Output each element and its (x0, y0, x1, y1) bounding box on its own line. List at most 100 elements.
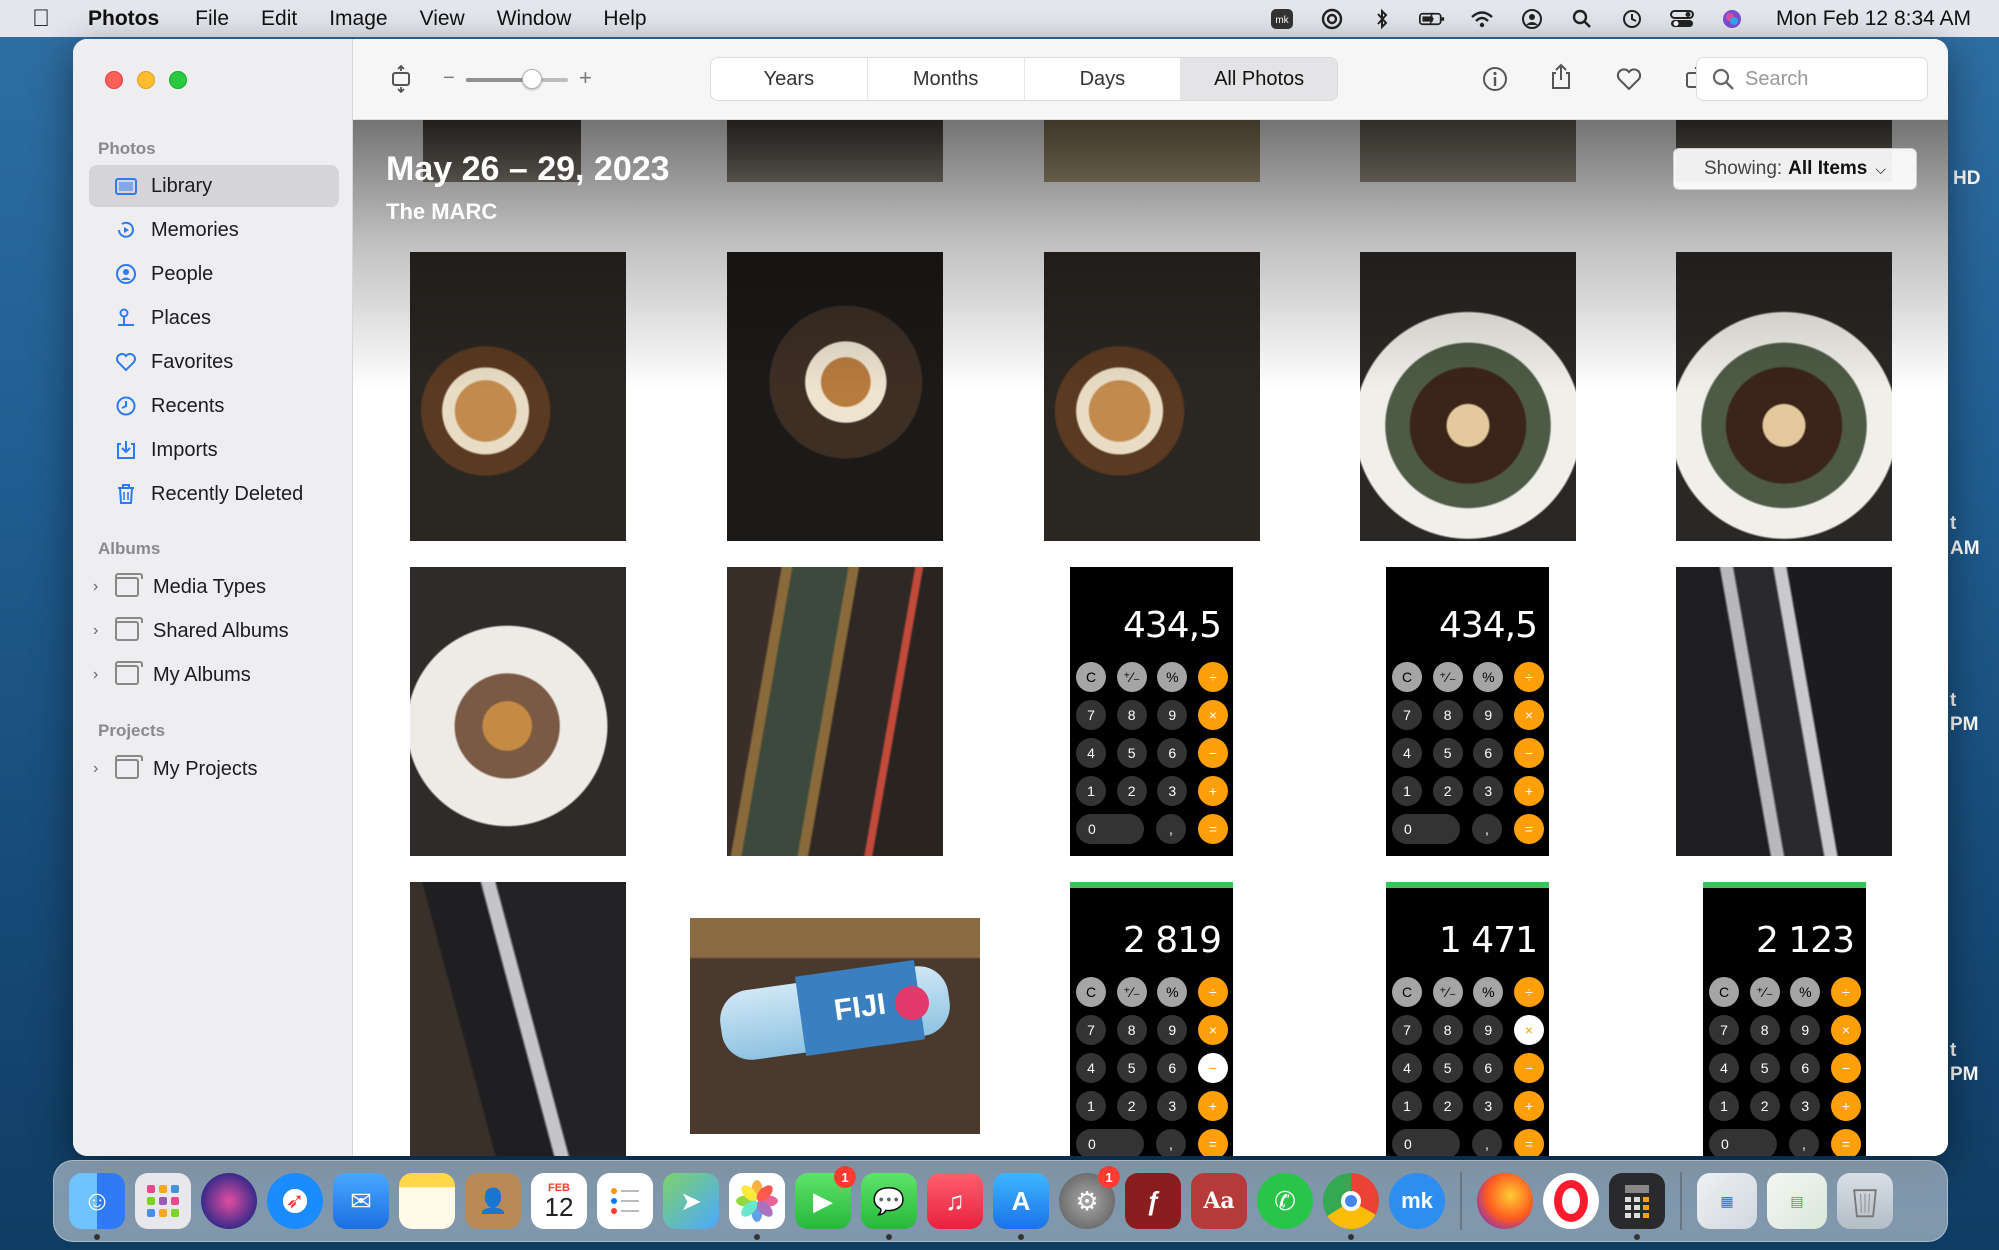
launchpad-icon[interactable] (135, 1173, 191, 1229)
dictionary-icon[interactable]: Aa (1191, 1173, 1247, 1229)
contacts-icon[interactable]: 👤 (465, 1173, 521, 1229)
sidebar-album-media-types[interactable]: › Media Types (93, 567, 266, 607)
menu-window[interactable]: Window (497, 7, 572, 31)
battery-icon[interactable] (1418, 7, 1446, 31)
notes-icon[interactable] (399, 1173, 455, 1229)
chevron-right-icon[interactable]: › (93, 578, 107, 596)
app-icon[interactable]: mk (1268, 7, 1296, 31)
zoom-button[interactable] (169, 71, 187, 89)
sidebar-album-shared-albums[interactable]: › Shared Albums (93, 611, 289, 651)
user-icon[interactable] (1518, 7, 1546, 31)
photo-thumbnail[interactable] (1676, 567, 1892, 856)
photo-thumbnail[interactable] (410, 252, 626, 541)
mk-app-icon[interactable]: mk (1389, 1173, 1445, 1229)
photo-thumbnail[interactable]: FIJI (690, 918, 980, 1134)
sidebar-item-recents[interactable]: Recents (89, 385, 339, 427)
time-machine-icon[interactable] (1618, 7, 1646, 31)
photo-thumbnail[interactable] (410, 567, 626, 856)
zoom-slider[interactable] (466, 69, 568, 89)
finder-icon[interactable]: ☺ (69, 1173, 125, 1240)
opera-icon[interactable] (1543, 1173, 1599, 1229)
sidebar-item-library[interactable]: Library (89, 165, 339, 207)
calculator-icon[interactable] (1609, 1173, 1665, 1240)
reminders-icon[interactable] (597, 1173, 653, 1229)
zoom-out-label[interactable]: − (443, 67, 455, 90)
sidebar-album-my-albums[interactable]: › My Albums (93, 655, 251, 695)
share-icon[interactable] (1547, 63, 1575, 91)
siri-icon[interactable] (201, 1173, 257, 1229)
favorite-heart-icon[interactable] (1615, 65, 1643, 93)
tab-all-photos[interactable]: All Photos (1181, 58, 1337, 100)
photo-thumbnail[interactable] (1360, 120, 1576, 182)
menu-help[interactable]: Help (603, 7, 646, 31)
tab-months[interactable]: Months (868, 58, 1025, 100)
close-button[interactable] (105, 71, 123, 89)
info-icon[interactable] (1481, 65, 1509, 93)
minimize-button[interactable] (137, 71, 155, 89)
bluetooth-icon[interactable] (1368, 7, 1396, 31)
apple-menu-icon[interactable]:  (32, 5, 62, 33)
calculator-screenshot-thumbnail[interactable]: 434,5 C ⁺⁄₋% ÷ 7 8 9 × 4 5 6− 1 2 3 + 0, = (1070, 567, 1233, 856)
search-icon[interactable] (1568, 7, 1596, 31)
chevron-right-icon[interactable]: › (93, 666, 107, 684)
photo-thumbnail[interactable] (1360, 252, 1576, 541)
chevron-right-icon[interactable]: › (93, 622, 107, 640)
menu-clock[interactable]: Mon Feb 12 8:34 AM (1776, 7, 1971, 31)
chrome-icon[interactable] (1323, 1173, 1379, 1240)
facetime-icon[interactable]: ▶ 1 (795, 1166, 856, 1229)
sidebar-item-recently-deleted[interactable]: Recently Deleted (89, 473, 339, 515)
mail-icon[interactable]: ✉ (333, 1173, 389, 1229)
tab-years[interactable]: Years (711, 58, 868, 100)
sidebar-project-my-projects[interactable]: › My Projects (93, 749, 257, 789)
sidebar-item-memories[interactable]: Memories (89, 209, 339, 251)
calculator-display: 434,5 (1122, 605, 1222, 646)
photo-thumbnail[interactable] (410, 882, 626, 1156)
creative-cloud-icon[interactable] (1318, 7, 1346, 31)
photo-thumbnail[interactable] (727, 567, 943, 856)
safari-icon[interactable]: ➶ (267, 1173, 323, 1229)
photos-icon[interactable] (729, 1173, 785, 1240)
calculator-screenshot-thumbnail[interactable]: 2 819 C ⁺⁄₋% ÷ 7 8 9 × 4 5 6− 1 2 3 + 0, = (1070, 882, 1233, 1156)
sidebar-item-imports[interactable]: Imports (89, 429, 339, 471)
calendar-icon[interactable]: FEB 12 (531, 1173, 587, 1229)
recent-documents-stack-icon[interactable]: ▤ (1767, 1173, 1827, 1229)
photo-thumbnail[interactable] (727, 252, 943, 541)
photo-thumbnail[interactable] (1044, 252, 1260, 541)
firefox-icon[interactable] (1477, 1173, 1533, 1229)
menu-image[interactable]: Image (329, 7, 387, 31)
app-store-icon[interactable]: A (993, 1173, 1049, 1240)
search-placeholder: Search (1745, 67, 1809, 90)
menu-file[interactable]: File (195, 7, 229, 31)
menu-edit[interactable]: Edit (261, 7, 297, 31)
trash-icon[interactable] (1837, 1173, 1893, 1229)
zoom-in-label[interactable]: + (579, 65, 592, 91)
search-field[interactable]: Search (1696, 57, 1928, 101)
downloads-stack-icon[interactable]: ▦ (1697, 1173, 1757, 1229)
app-menu[interactable]: Photos (88, 7, 159, 31)
chevron-right-icon[interactable]: › (93, 760, 107, 778)
control-center-icon[interactable] (1668, 7, 1696, 31)
sidebar-item-places[interactable]: Places (89, 297, 339, 339)
sidebar-item-favorites[interactable]: Favorites (89, 341, 339, 383)
system-settings-icon[interactable]: ⚙ 1 (1059, 1166, 1120, 1229)
photo-thumbnail[interactable] (1044, 120, 1260, 182)
whatsapp-icon[interactable]: ✆ (1257, 1173, 1313, 1229)
calculator-screenshot-thumbnail[interactable]: 1 471 C ⁺⁄₋% ÷ 7 8 9 × 4 5 6− 1 2 3 + 0, = (1386, 882, 1549, 1156)
tab-days[interactable]: Days (1025, 58, 1182, 100)
photo-thumbnail[interactable] (1676, 252, 1892, 541)
calculator-screenshot-thumbnail[interactable]: 434,5 C ⁺⁄₋% ÷ 7 8 9 × 4 5 6− 1 2 3 + 0, = (1386, 567, 1549, 856)
calculator-screenshot-thumbnail[interactable]: 2 123 C ⁺⁄₋% ÷ 7 8 9 × 4 5 6− 1 2 3 + 0, = (1703, 882, 1866, 1156)
music-icon[interactable]: ♫ (927, 1173, 983, 1229)
flash-player-icon[interactable]: ƒ (1125, 1173, 1181, 1229)
moment-location[interactable]: The MARC (386, 199, 497, 225)
sidebar-item-people[interactable]: People (89, 253, 339, 295)
aspect-ratio-toggle-icon[interactable] (387, 65, 415, 93)
wifi-icon[interactable] (1468, 7, 1496, 31)
siri-icon[interactable] (1718, 7, 1746, 31)
maps-icon[interactable]: ➤ (663, 1173, 719, 1229)
showing-filter-dropdown[interactable]: Showing: All Items ⌵ (1673, 148, 1917, 190)
zoom-slider-knob[interactable] (521, 69, 542, 89)
photo-thumbnail[interactable] (727, 120, 943, 182)
menu-view[interactable]: View (420, 7, 465, 31)
messages-icon[interactable]: 💬 (861, 1173, 917, 1240)
